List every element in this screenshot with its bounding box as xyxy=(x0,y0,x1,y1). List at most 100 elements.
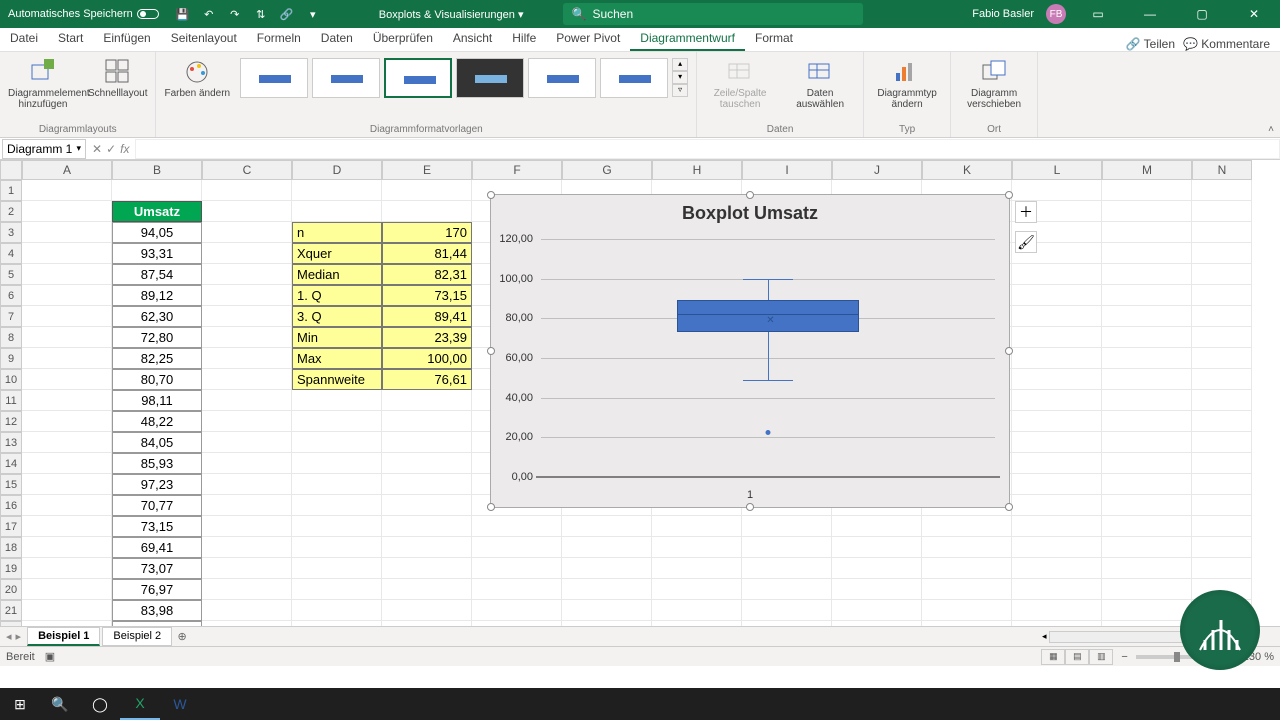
cell[interactable] xyxy=(1102,264,1192,285)
page-layout-view-button[interactable]: ▤ xyxy=(1065,649,1089,665)
cell[interactable]: Median xyxy=(292,264,382,285)
cell[interactable] xyxy=(1192,369,1252,390)
avatar[interactable]: FB xyxy=(1046,4,1066,24)
cell[interactable] xyxy=(1102,432,1192,453)
cell[interactable] xyxy=(742,558,832,579)
cell[interactable] xyxy=(292,453,382,474)
cell[interactable] xyxy=(292,621,382,626)
add-chart-element-button[interactable]: Diagrammelement hinzufügen xyxy=(6,56,80,112)
cell[interactable] xyxy=(22,180,112,201)
cell[interactable] xyxy=(292,600,382,621)
cell[interactable] xyxy=(1192,201,1252,222)
cell[interactable] xyxy=(1192,222,1252,243)
cell[interactable]: 72,80 xyxy=(112,327,202,348)
cell[interactable] xyxy=(562,516,652,537)
cell[interactable] xyxy=(1192,348,1252,369)
search-taskbar-icon[interactable]: 🔍 xyxy=(40,688,80,720)
cell[interactable]: 81,44 xyxy=(382,243,472,264)
autosave-toggle[interactable]: Automatisches Speichern xyxy=(0,8,167,20)
cell[interactable] xyxy=(1102,201,1192,222)
cell[interactable] xyxy=(472,621,562,626)
start-button[interactable]: ⊞ xyxy=(0,688,40,720)
formula-input[interactable] xyxy=(135,139,1280,159)
menu-tab-überprüfen[interactable]: Überprüfen xyxy=(363,27,443,51)
comments-button[interactable]: 💬 Kommentare xyxy=(1183,37,1270,51)
cell[interactable]: 83,98 xyxy=(112,600,202,621)
cell[interactable] xyxy=(1012,327,1102,348)
row-header[interactable]: 20 xyxy=(0,579,22,600)
cell[interactable] xyxy=(1012,495,1102,516)
cell[interactable] xyxy=(202,264,292,285)
cell[interactable] xyxy=(382,180,472,201)
cancel-formula-icon[interactable]: ✕ xyxy=(92,142,102,156)
cell[interactable] xyxy=(22,369,112,390)
word-taskbar-icon[interactable]: W xyxy=(160,688,200,720)
cell[interactable]: 62,30 xyxy=(112,306,202,327)
cell[interactable] xyxy=(1192,327,1252,348)
cell[interactable] xyxy=(832,516,922,537)
cell[interactable] xyxy=(1012,537,1102,558)
column-header[interactable]: C xyxy=(202,160,292,180)
quick-layout-button[interactable]: Schnelllayout xyxy=(86,56,149,101)
cell[interactable]: 170 xyxy=(382,222,472,243)
cell[interactable] xyxy=(382,411,472,432)
row-header[interactable]: 10 xyxy=(0,369,22,390)
cell[interactable] xyxy=(22,411,112,432)
cell[interactable] xyxy=(562,537,652,558)
cell[interactable] xyxy=(292,537,382,558)
worksheet-grid[interactable]: ABCDEFGHIJKLMN 12Umsatz394,05n170493,31X… xyxy=(0,160,1280,626)
cell[interactable] xyxy=(832,579,922,600)
cell[interactable] xyxy=(1102,180,1192,201)
cell[interactable] xyxy=(202,558,292,579)
cell[interactable] xyxy=(652,621,742,626)
workbook-name[interactable]: Boxplots & Visualisierungen ▾ xyxy=(369,8,534,21)
cell[interactable] xyxy=(1192,453,1252,474)
cell[interactable]: 100,00 xyxy=(112,621,202,626)
cell[interactable] xyxy=(202,201,292,222)
chart-styles-gallery[interactable]: ▴ ▾ ▿ xyxy=(238,56,690,100)
close-button[interactable]: ✕ xyxy=(1234,0,1274,28)
cell[interactable] xyxy=(1102,495,1192,516)
row-header[interactable]: 8 xyxy=(0,327,22,348)
cell[interactable] xyxy=(832,558,922,579)
cell[interactable] xyxy=(1102,411,1192,432)
style-thumb-2[interactable] xyxy=(312,58,380,98)
cell[interactable] xyxy=(22,474,112,495)
row-header[interactable]: 7 xyxy=(0,306,22,327)
cell[interactable] xyxy=(1192,495,1252,516)
cell[interactable] xyxy=(652,537,742,558)
sheet-tab[interactable]: Beispiel 1 xyxy=(27,627,100,646)
cell[interactable]: 98,11 xyxy=(112,390,202,411)
cell[interactable] xyxy=(292,411,382,432)
cell[interactable] xyxy=(1102,285,1192,306)
cell[interactable] xyxy=(1102,390,1192,411)
cell[interactable]: Xquer xyxy=(292,243,382,264)
row-header[interactable]: 12 xyxy=(0,411,22,432)
cell[interactable]: 97,23 xyxy=(112,474,202,495)
row-header[interactable]: 14 xyxy=(0,453,22,474)
attach-icon[interactable]: 🔗 xyxy=(279,6,295,22)
cell[interactable]: 100,00 xyxy=(382,348,472,369)
cell[interactable] xyxy=(292,180,382,201)
cell[interactable] xyxy=(922,537,1012,558)
gallery-more-button[interactable]: ▿ xyxy=(672,84,688,97)
sheet-nav-prev-icon[interactable]: ◂ xyxy=(6,630,12,643)
cell[interactable] xyxy=(922,600,1012,621)
row-header[interactable]: 9 xyxy=(0,348,22,369)
column-header[interactable]: A xyxy=(22,160,112,180)
cell[interactable] xyxy=(1192,537,1252,558)
column-header[interactable]: B xyxy=(112,160,202,180)
row-header[interactable]: 1 xyxy=(0,180,22,201)
cell[interactable] xyxy=(1192,516,1252,537)
cell[interactable] xyxy=(202,621,292,626)
cell[interactable] xyxy=(1102,369,1192,390)
cell[interactable] xyxy=(1102,306,1192,327)
scroll-left-icon[interactable]: ◂ xyxy=(1040,631,1049,642)
cell[interactable] xyxy=(1102,621,1192,626)
cell[interactable] xyxy=(1012,348,1102,369)
cell[interactable] xyxy=(922,558,1012,579)
cell[interactable] xyxy=(1102,453,1192,474)
cell[interactable]: 93,31 xyxy=(112,243,202,264)
cell[interactable] xyxy=(202,327,292,348)
style-thumb-3[interactable] xyxy=(384,58,452,98)
